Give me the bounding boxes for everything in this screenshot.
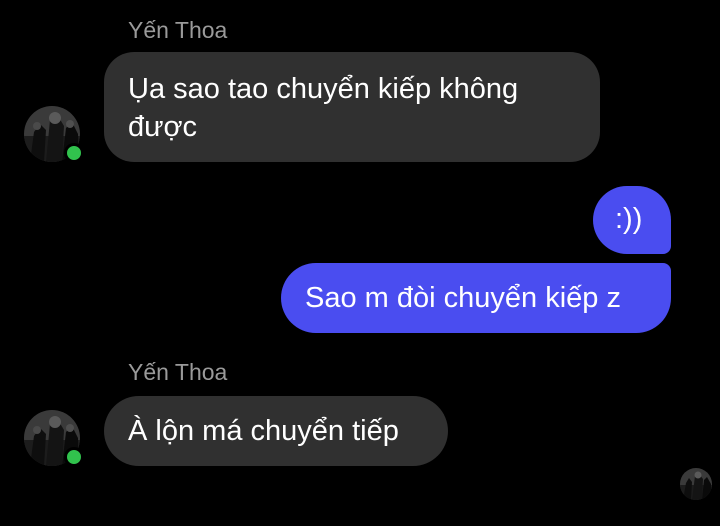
sender-name: Yến Thoa [128,17,228,43]
online-status-icon [64,143,84,163]
message-bubble-outgoing[interactable]: Sao m đòi chuyển kiếp z [281,263,671,333]
contact-avatar[interactable] [24,106,84,163]
message-bubble-outgoing[interactable]: :)) [593,186,671,254]
sender-name: Yến Thoa [128,359,228,385]
message-bubble-incoming[interactable]: À lộn má chuyển tiếp [104,396,448,466]
contact-avatar[interactable] [24,410,84,467]
seen-receipt-avatar-icon [680,468,712,500]
online-status-icon [64,447,84,467]
message-bubble-incoming[interactable]: Ụa sao tao chuyển kiếp không được [104,52,600,162]
